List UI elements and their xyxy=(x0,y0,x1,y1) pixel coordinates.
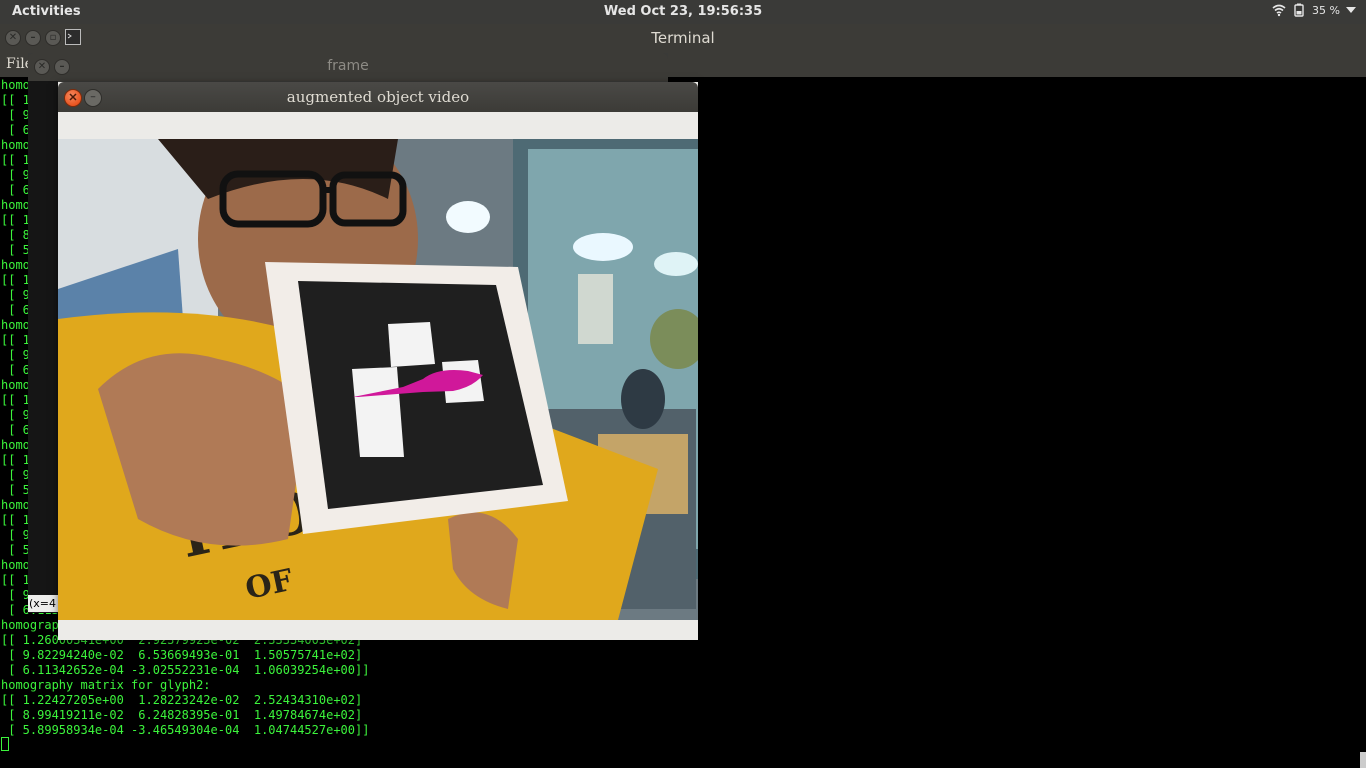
terminal-line: [[ 1 xyxy=(1,93,30,107)
terminal-line: [ 6 xyxy=(1,423,30,437)
frame-titlebar[interactable]: ✕ – frame xyxy=(28,53,668,81)
terminal-line: [ 6.11342652e-04 -3.02552231e-04 1.06039… xyxy=(1,663,370,677)
terminal-line: [ 5.89958934e-04 -3.46549304e-04 1.04744… xyxy=(1,723,370,737)
battery-icon xyxy=(1294,3,1304,17)
video-frame[interactable]: TROPI OF xyxy=(58,139,698,620)
terminal-line: homo xyxy=(1,138,30,152)
terminal-line: homo xyxy=(1,558,30,572)
wifi-icon xyxy=(1272,4,1286,17)
terminal-line: [ 9 xyxy=(1,408,30,422)
terminal-line: [ 6 xyxy=(1,363,30,377)
terminal-line: [ 8 xyxy=(1,228,30,242)
terminal-cursor xyxy=(1,737,9,751)
terminal-line: [[ 1 xyxy=(1,213,30,227)
terminal-line: [ 6 xyxy=(1,183,30,197)
frame-window-title: frame xyxy=(327,58,369,74)
clock[interactable]: Wed Oct 23, 19:56:35 xyxy=(0,4,1366,19)
terminal-line: [ 6 xyxy=(1,123,30,137)
terminal-line: homography matrix for glyph2: xyxy=(1,678,211,692)
frame-minimize-button[interactable]: – xyxy=(54,59,70,75)
terminal-line: [[ 1 xyxy=(1,273,30,287)
terminal-maximize-button[interactable]: ▫ xyxy=(45,30,61,46)
augmented-status-area xyxy=(58,620,698,640)
augmented-toolbar-area xyxy=(58,112,698,139)
terminal-line: homo xyxy=(1,378,30,392)
webcam-image: TROPI OF xyxy=(58,139,698,620)
terminal-line: [ 9 xyxy=(1,288,30,302)
augmented-video-window[interactable]: ✕ – augmented object video OF xyxy=(58,82,698,640)
frame-close-button[interactable]: ✕ xyxy=(34,59,50,75)
terminal-minimize-button[interactable]: – xyxy=(25,30,41,46)
terminal-line: [ 5 xyxy=(1,243,30,257)
terminal-line: [ 9 xyxy=(1,528,30,542)
terminal-line: [[ 1 xyxy=(1,573,30,587)
terminal-line: [ 5 xyxy=(1,483,30,497)
terminal-line: [[ 1 xyxy=(1,453,30,467)
terminal-line: [ 8.99419211e-02 6.24828395e-01 1.497846… xyxy=(1,708,363,722)
chevron-down-icon xyxy=(1346,7,1356,13)
augmented-video-title: augmented object video xyxy=(286,88,470,106)
terminal-line: [ 9 xyxy=(1,108,30,122)
terminal-line: homo xyxy=(1,498,30,512)
terminal-line: [[ 1 xyxy=(1,333,30,347)
terminal-line: homo xyxy=(1,198,30,212)
terminal-window-title: Terminal xyxy=(651,29,715,47)
terminal-line: homograp xyxy=(1,618,59,632)
terminal-scrollbar[interactable] xyxy=(1360,752,1366,768)
frame-coordinate-tooltip: (x=4 xyxy=(28,595,59,612)
terminal-line: [[ 1.22427205e+00 1.28223242e-02 2.52434… xyxy=(1,693,363,707)
terminal-line: [ 6 xyxy=(1,303,30,317)
battery-percent: 35 % xyxy=(1312,3,1340,17)
terminal-line: [ 9 xyxy=(1,168,30,182)
terminal-line: [ 9 xyxy=(1,588,30,602)
system-tray[interactable]: 35 % xyxy=(1272,3,1356,17)
augmented-close-button[interactable]: ✕ xyxy=(64,89,82,107)
terminal-line: [ 5 xyxy=(1,543,30,557)
terminal-line: homo xyxy=(1,438,30,452)
terminal-line: [[ 1 xyxy=(1,153,30,167)
terminal-app-icon xyxy=(65,29,81,45)
terminal-line: [[ 1 xyxy=(1,513,30,527)
terminal-line: homo xyxy=(1,258,30,272)
terminal-line: [ 9 xyxy=(1,348,30,362)
frame-video-edge xyxy=(28,81,58,613)
terminal-close-button[interactable]: ✕ xyxy=(5,30,21,46)
terminal-line: [[ 1 xyxy=(1,393,30,407)
terminal-titlebar[interactable]: ✕ – ▫ Terminal xyxy=(0,24,1366,52)
augmented-minimize-button[interactable]: – xyxy=(84,89,102,107)
terminal-line: homo xyxy=(1,78,30,92)
terminal-line: [ 9 xyxy=(1,468,30,482)
gnome-top-bar: Activities Wed Oct 23, 19:56:35 35 % xyxy=(0,0,1366,24)
terminal-line: [ 9.82294240e-02 6.53669493e-01 1.505757… xyxy=(1,648,363,662)
augmented-video-titlebar[interactable]: ✕ – augmented object video xyxy=(58,82,698,112)
activities-button[interactable]: Activities xyxy=(12,4,81,19)
terminal-line: homo xyxy=(1,318,30,332)
